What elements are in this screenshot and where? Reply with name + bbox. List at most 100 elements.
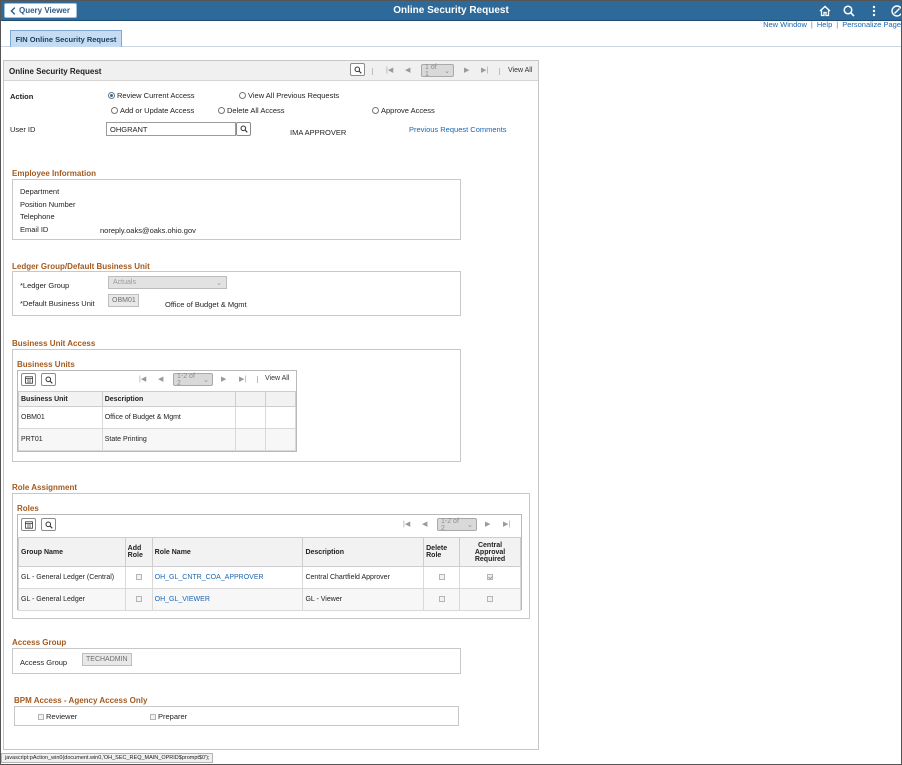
radio-view-all-previous-requests[interactable]: View All Previous Requests	[239, 91, 339, 100]
actions-menu-icon[interactable]	[867, 4, 881, 18]
reviewer-checkbox[interactable]	[38, 713, 44, 720]
default-business-unit-description: Office of Budget & Mgmt	[165, 300, 247, 309]
browser-status-bar: javascript:pAction_win0(document.win0,'O…	[1, 753, 214, 763]
radio-dot	[108, 92, 115, 99]
delete-role-cell	[423, 588, 461, 611]
home-icon[interactable]	[818, 4, 832, 18]
table-row: OBM01 Office of Budget & Mgmt	[18, 406, 296, 429]
access-group-title: Access Group	[12, 638, 67, 647]
panel-title: Online Security Request	[9, 67, 102, 76]
previous-request-comments-link[interactable]: Previous Request Comments	[409, 125, 507, 134]
grid-settings-icon	[24, 375, 33, 384]
separator	[257, 376, 258, 383]
search-icon	[354, 66, 362, 74]
central-approval-checkbox[interactable]	[487, 573, 494, 580]
reviewer-checkbox-option[interactable]: Reviewer	[38, 712, 77, 721]
personalize-grid-button[interactable]	[21, 518, 36, 531]
access-group-box	[12, 648, 461, 674]
ledger-group-title: Ledger Group/Default Business Unit	[12, 262, 150, 271]
central-approval-checkbox[interactable]	[487, 595, 494, 602]
last-icon[interactable]: ▶|	[481, 66, 488, 74]
radio-approve-access[interactable]: Approve Access	[372, 106, 435, 115]
reviewer-label: Reviewer	[46, 712, 78, 721]
first-icon[interactable]: |◀	[386, 66, 393, 74]
first-icon[interactable]: |◀	[139, 375, 146, 383]
personalize-page-link[interactable]: Personalize Page	[842, 20, 901, 29]
navbar-icon[interactable]	[890, 4, 901, 18]
table-row: GL - General Ledger OH_GL_VIEWER GL - Vi…	[18, 588, 521, 611]
delete-role-checkbox[interactable]	[438, 573, 445, 580]
back-button-label: Query Viewer	[19, 6, 70, 15]
column-blank	[265, 391, 296, 407]
separator	[499, 68, 500, 75]
panel-header: Online Security Request |◀ ◀ 1 of 1 ⌄ ▶ ▶…	[4, 61, 538, 81]
roles-table: Group Name Add Role Role Name Descriptio…	[18, 537, 521, 611]
add-role-checkbox[interactable]	[135, 573, 142, 580]
radio-dot	[218, 107, 225, 114]
add-role-checkbox[interactable]	[135, 595, 142, 602]
previous-icon[interactable]: ◀	[405, 66, 410, 74]
previous-icon[interactable]: ◀	[158, 375, 163, 383]
search-icon[interactable]	[842, 4, 856, 18]
personalize-grid-button[interactable]	[21, 373, 36, 386]
blank-cell	[265, 406, 296, 429]
radio-review-current-access[interactable]: Review Current Access	[108, 91, 195, 100]
role-name-link[interactable]: OH_GL_CNTR_COA_APPROVER	[155, 574, 264, 581]
business-units-table: Business Unit Description OBM01 Office o…	[18, 391, 296, 451]
column-blank	[235, 391, 267, 407]
view-all-link[interactable]: View All	[265, 375, 289, 382]
delete-role-cell	[423, 566, 461, 589]
help-link[interactable]: Help	[817, 20, 832, 29]
roles-grid-title: Roles	[17, 504, 39, 513]
bpm-access-title: BPM Access - Agency Access Only	[14, 696, 148, 705]
last-icon[interactable]: ▶|	[239, 375, 246, 383]
radio-add-or-update-access[interactable]: Add or Update Access	[111, 106, 194, 115]
role-name-cell: OH_GL_CNTR_COA_APPROVER	[151, 566, 304, 589]
next-icon[interactable]: ▶	[485, 520, 490, 528]
find-button[interactable]	[350, 63, 365, 76]
radio-delete-all-access[interactable]: Delete All Access	[218, 106, 285, 115]
next-icon[interactable]: ▶	[464, 66, 469, 74]
roles-pager-select[interactable]: 1-2 of 2 ⌄	[437, 517, 477, 532]
new-window-link[interactable]: New Window	[763, 20, 807, 29]
user-id-lookup-button[interactable]	[236, 122, 251, 136]
next-icon[interactable]: ▶	[221, 375, 226, 383]
link-separator: |	[810, 20, 813, 29]
pager-range: 1-2 of 2	[441, 517, 459, 532]
grid-find-button[interactable]	[41, 373, 56, 386]
column-delete-role: Delete Role	[423, 537, 461, 567]
preparer-checkbox-option[interactable]: Preparer	[150, 712, 187, 721]
department-label: Department	[20, 187, 60, 196]
back-button[interactable]: Query Viewer	[4, 3, 77, 18]
ledger-group-select[interactable]: Actuals ⌄	[108, 276, 227, 289]
action-label: Action	[10, 92, 34, 101]
access-group-label: Access Group	[20, 658, 68, 667]
delete-role-checkbox[interactable]	[438, 595, 445, 602]
previous-icon[interactable]: ◀	[422, 520, 427, 528]
business-unit-cell: PRT01	[18, 428, 103, 451]
employee-information-title: Employee Information	[12, 169, 97, 178]
first-icon[interactable]: |◀	[403, 520, 410, 528]
ledger-group-value: Actuals	[113, 279, 136, 286]
view-all-link[interactable]: View All	[508, 67, 532, 74]
page-title: Online Security Request	[393, 5, 509, 16]
tab-fin-online-security-request[interactable]: FIN Online Security Request	[10, 30, 122, 47]
description-cell: State Printing	[101, 428, 237, 451]
row-pager-select[interactable]: 1 of 1 ⌄	[421, 64, 454, 78]
column-role-name: Role Name	[151, 537, 304, 567]
preparer-checkbox[interactable]	[150, 713, 156, 720]
user-id-label: User ID	[10, 125, 36, 134]
last-icon[interactable]: ▶|	[503, 520, 510, 528]
radio-dot	[372, 107, 379, 114]
pager-range: 1-2 of 2	[177, 372, 195, 387]
business-units-pager-select[interactable]: 1-2 of 2 ⌄	[173, 372, 213, 387]
role-name-link[interactable]: OH_GL_VIEWER	[155, 596, 210, 603]
role-name-cell: OH_GL_VIEWER	[151, 588, 304, 611]
chevron-down-icon: ⌄	[467, 521, 473, 529]
user-id-input[interactable]: OHGRANT	[106, 122, 236, 136]
business-unit-cell: OBM01	[18, 406, 103, 429]
column-description: Description	[302, 537, 425, 567]
table-row: GL - General Ledger (Central) OH_GL_CNTR…	[18, 566, 521, 589]
grid-find-button[interactable]	[41, 518, 56, 531]
business-units-grid-title: Business Units	[17, 360, 75, 369]
